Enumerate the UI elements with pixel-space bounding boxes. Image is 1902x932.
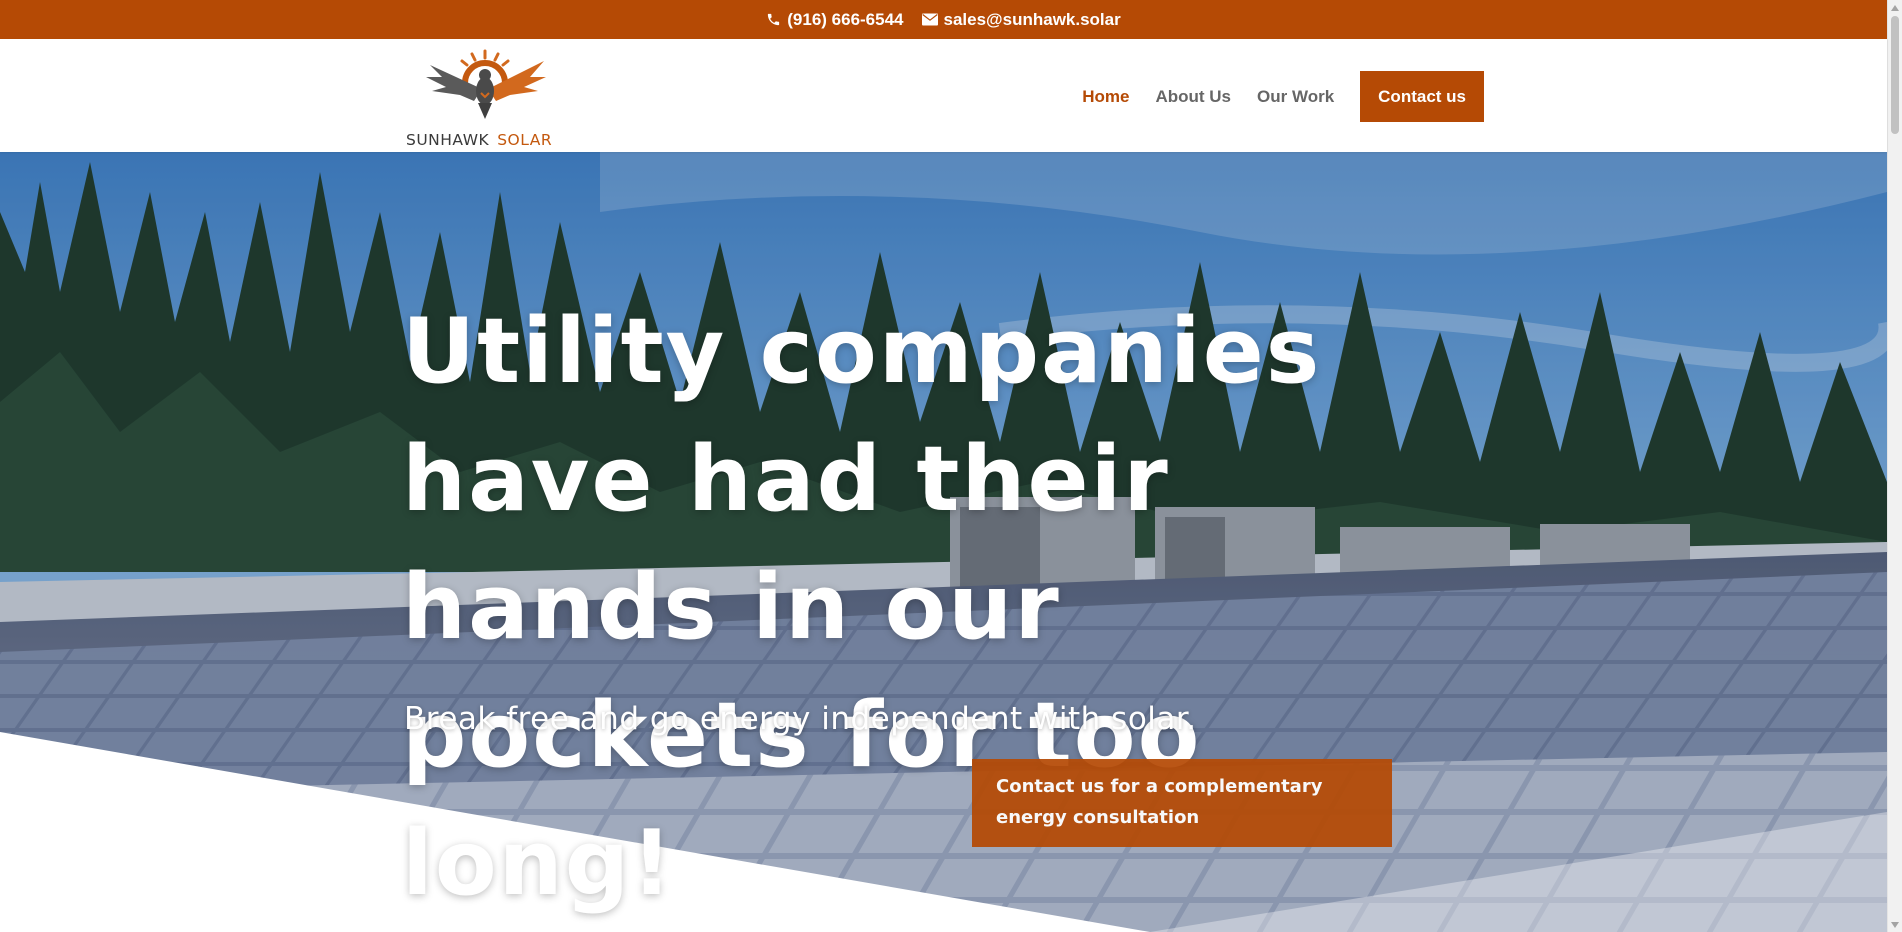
contact-us-button[interactable]: Contact us — [1360, 71, 1484, 122]
vertical-scrollbar[interactable] — [1887, 0, 1902, 932]
hero-subheadline: Break free and go energy independent wit… — [404, 701, 1197, 737]
email-address: sales@sunhawk.solar — [943, 9, 1121, 29]
site-logo[interactable]: SUNHAWK SOLAR — [404, 49, 570, 149]
phone-number: (916) 666-6544 — [787, 9, 904, 29]
site-header: SUNHAWK SOLAR Home About Us Our Work Cont… — [0, 39, 1887, 152]
phone-link[interactable]: (916) 666-6544 — [766, 9, 904, 30]
phone-icon — [766, 12, 781, 27]
nav-item-about-us[interactable]: About Us — [1155, 87, 1231, 107]
hero-section: Utility companies have had their hands i… — [0, 152, 1887, 932]
scroll-up-arrow-icon[interactable] — [1888, 0, 1902, 15]
nav-item-our-work[interactable]: Our Work — [1257, 87, 1334, 107]
main-nav: Home About Us Our Work Contact us — [1082, 71, 1484, 122]
nav-item-home[interactable]: Home — [1082, 87, 1129, 107]
scroll-down-arrow-icon[interactable] — [1888, 917, 1902, 932]
envelope-icon — [921, 13, 938, 26]
logo-word-solar: SOLAR — [497, 131, 553, 149]
sunhawk-logo-icon — [426, 49, 546, 119]
top-contact-bar: (916) 666-6544 sales@sunhawk.solar — [0, 0, 1887, 39]
consultation-button[interactable]: Contact us for a complementary energy co… — [972, 759, 1392, 847]
email-link[interactable]: sales@sunhawk.solar — [921, 9, 1121, 30]
scrollbar-thumb[interactable] — [1891, 16, 1899, 134]
logo-word-sunhawk: SUNHAWK — [406, 131, 490, 149]
logo-wordmark: SUNHAWK SOLAR — [406, 131, 552, 149]
